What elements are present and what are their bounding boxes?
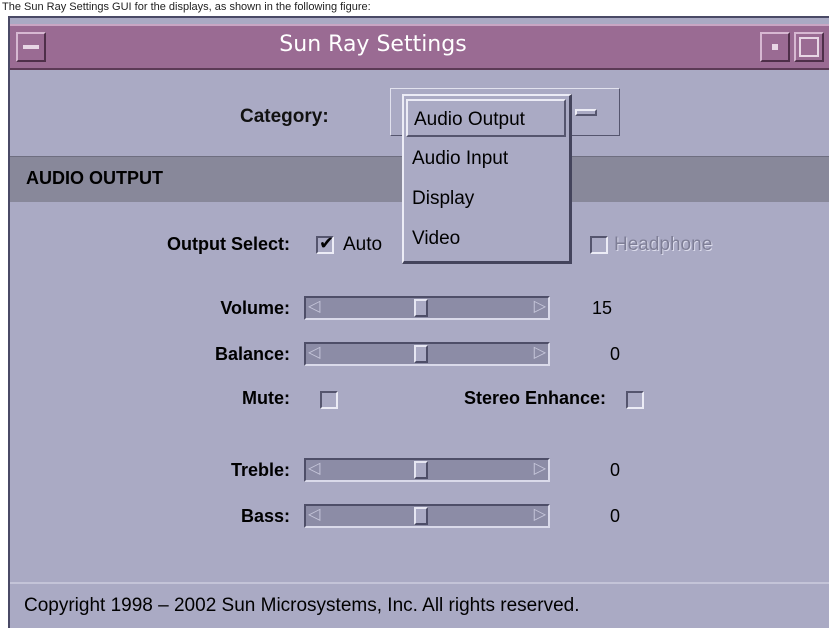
- menu-item-display[interactable]: Display: [412, 188, 474, 210]
- auto-checkbox[interactable]: ✔: [316, 233, 335, 254]
- balance-label: Balance:: [214, 344, 290, 364]
- balance-slider[interactable]: ◁ ▷: [304, 342, 550, 366]
- bass-slider-thumb[interactable]: [414, 507, 428, 525]
- minimize-button[interactable]: [760, 32, 790, 62]
- mute-checkbox[interactable]: [320, 391, 338, 409]
- auto-checkbox-label: Auto: [343, 234, 383, 255]
- volume-value: 15: [592, 298, 613, 318]
- maximize-button[interactable]: [794, 32, 824, 62]
- stereo-enhance-label: Stereo Enhance:: [463, 388, 606, 408]
- treble-slider[interactable]: ◁ ▷: [304, 458, 550, 482]
- slider-right-arrow-icon[interactable]: ▷: [534, 459, 546, 479]
- menu-item-audio-input[interactable]: Audio Input: [412, 148, 508, 170]
- menu-item-audio-output[interactable]: Audio Output: [406, 99, 566, 137]
- slider-left-arrow-icon[interactable]: ◁: [308, 505, 320, 525]
- treble-label: Treble:: [230, 460, 290, 480]
- volume-slider[interactable]: ◁ ▷: [304, 296, 550, 320]
- category-label: Category:: [240, 106, 329, 127]
- checkmark-icon: ✔: [319, 233, 335, 253]
- menu-item-video[interactable]: Video: [412, 228, 460, 250]
- slider-right-arrow-icon[interactable]: ▷: [534, 343, 546, 363]
- headphone-checkbox: [590, 236, 608, 254]
- copyright-text: Copyright 1998 – 2002 Sun Microsystems, …: [24, 595, 580, 616]
- slider-left-arrow-icon[interactable]: ◁: [308, 343, 320, 363]
- bass-slider[interactable]: ◁ ▷: [304, 504, 550, 528]
- slider-right-arrow-icon[interactable]: ▷: [534, 505, 546, 525]
- minimize-icon: [772, 44, 778, 50]
- window-menu-icon: [23, 45, 39, 49]
- treble-value: 0: [610, 460, 621, 480]
- stereo-enhance-checkbox[interactable]: [626, 391, 644, 409]
- title-bar[interactable]: Sun Ray Settings: [10, 24, 829, 70]
- mute-label: Mute:: [242, 388, 290, 408]
- headphone-checkbox-label: Headphone: [614, 234, 713, 255]
- section-title: AUDIO OUTPUT: [26, 168, 163, 188]
- footer-divider: [10, 582, 829, 584]
- option-menu-indicator-icon: [575, 109, 597, 116]
- treble-slider-thumb[interactable]: [414, 461, 428, 479]
- balance-value: 0: [610, 344, 621, 364]
- maximize-icon: [799, 37, 819, 57]
- category-dropdown-menu: Audio Output Audio Input Display Video: [402, 94, 572, 264]
- volume-label: Volume:: [220, 298, 290, 318]
- slider-left-arrow-icon[interactable]: ◁: [308, 297, 320, 317]
- slider-right-arrow-icon[interactable]: ▷: [534, 297, 546, 317]
- slider-left-arrow-icon[interactable]: ◁: [308, 459, 320, 479]
- window-menu-button[interactable]: [16, 32, 46, 62]
- settings-window: Sun Ray Settings Category: AUDIO OUTPUT …: [8, 16, 829, 628]
- bass-value: 0: [610, 506, 621, 526]
- balance-slider-thumb[interactable]: [414, 345, 428, 363]
- output-select-label: Output Select:: [166, 234, 290, 254]
- window-title: Sun Ray Settings: [279, 32, 467, 57]
- volume-slider-thumb[interactable]: [414, 299, 428, 317]
- bass-label: Bass:: [240, 506, 290, 526]
